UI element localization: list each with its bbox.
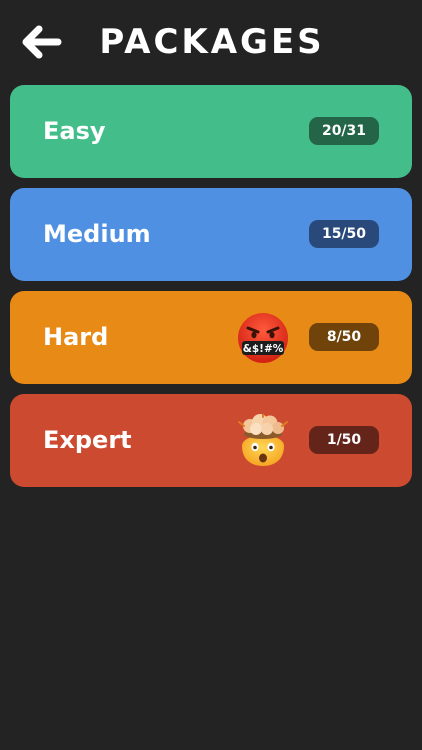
package-expert[interactable]: Expert 1/50 bbox=[10, 394, 412, 487]
package-hard[interactable]: Hard &$!#% 8/50 bbox=[10, 291, 412, 384]
progress-badge: 1/50 bbox=[309, 426, 379, 454]
package-label: Easy bbox=[43, 117, 106, 145]
censored-text: &$!#% bbox=[243, 343, 284, 355]
package-easy[interactable]: Easy 20/31 bbox=[10, 85, 412, 178]
progress-badge: 8/50 bbox=[309, 323, 379, 351]
progress-badge: 15/50 bbox=[309, 220, 379, 248]
package-medium[interactable]: Medium 15/50 bbox=[10, 188, 412, 281]
package-list: Easy 20/31 Medium 15/50 Hard &$!#% 8/50 … bbox=[10, 85, 412, 497]
page-title: PACKAGES bbox=[99, 22, 325, 62]
header: PACKAGES bbox=[0, 0, 422, 84]
exploding-head-icon bbox=[236, 414, 290, 468]
package-label: Hard bbox=[43, 323, 109, 351]
package-label: Expert bbox=[43, 426, 132, 454]
progress-badge: 20/31 bbox=[309, 117, 379, 145]
cursing-face-icon: &$!#% bbox=[236, 311, 290, 365]
package-label: Medium bbox=[43, 220, 151, 248]
